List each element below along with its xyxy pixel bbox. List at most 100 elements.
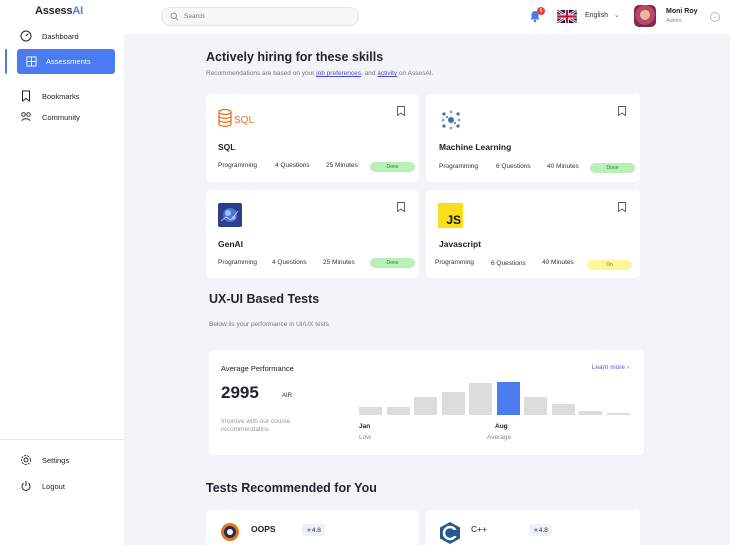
bookmark-icon[interactable]	[618, 106, 626, 116]
section-title-recommended: Tests Recommended for You	[206, 481, 377, 495]
section-title-hiring: Actively hiring for these skills	[206, 50, 384, 64]
sidebar-item-dashboard[interactable]: Dashboard	[20, 30, 79, 42]
dashboard-gauge-icon	[20, 30, 32, 42]
skill-card-genai[interactable]: GenAI Programming 4 Questions 25 Minutes…	[206, 190, 419, 278]
job-preferences-link[interactable]: job preferences	[316, 70, 361, 77]
cpp-logo-icon	[440, 522, 460, 544]
community-icon	[21, 112, 31, 122]
card-title: Machine Learning	[439, 142, 512, 152]
search-bar[interactable]	[161, 7, 359, 26]
rating-value: 4.8	[311, 527, 321, 534]
performance-bar	[359, 407, 382, 415]
card-questions: 4 Questions	[275, 162, 310, 169]
js-logo-text: JS	[446, 213, 461, 227]
card-duration: 40 Minutes	[542, 259, 574, 266]
notification-badge: 6	[537, 7, 545, 15]
card-questions: 6 Questions	[491, 260, 526, 267]
chevron-down-icon[interactable]: ⌄	[614, 11, 620, 19]
performance-bar	[414, 397, 437, 415]
sidebar: Dashboard Assessments Bookmarks Communit…	[0, 30, 124, 545]
low-label: Low	[359, 434, 371, 441]
sidebar-item-community[interactable]: Community	[20, 111, 80, 123]
subtitle-text: Recommendations are based on your	[206, 70, 317, 77]
status-badge: On	[587, 260, 632, 270]
performance-bar	[441, 392, 465, 415]
performance-bar-chart	[359, 380, 631, 415]
bookmark-icon	[22, 90, 30, 102]
recommended-card-oops[interactable]: OOPS ★4.8	[206, 510, 419, 545]
section-subtitle-uxui: Below iis your performance in UI/UX test…	[209, 321, 329, 328]
sidebar-divider	[0, 439, 124, 440]
status-badge: Done	[370, 258, 415, 268]
activity-link[interactable]: activity	[377, 70, 397, 77]
oops-icon	[221, 523, 239, 541]
recommended-card-cpp[interactable]: C++ ★4.8	[426, 510, 640, 545]
card-questions: 6 Questions	[496, 163, 531, 170]
performance-bar	[551, 404, 575, 415]
sql-database-icon: SQL	[218, 108, 254, 127]
sidebar-item-label: Logout	[42, 481, 65, 491]
skill-card-machine-learning[interactable]: Machine Learning Programming 6 Questions…	[426, 94, 640, 182]
card-title: GenAI	[218, 239, 244, 249]
user-name: Moni Roy	[666, 8, 698, 15]
low-month: Jan	[359, 423, 371, 430]
power-icon	[21, 481, 31, 491]
card-category: Programming	[439, 163, 479, 170]
app-logo[interactable]: AssessAI	[35, 5, 83, 17]
user-role: Admin	[666, 18, 682, 24]
performance-bar	[524, 397, 547, 415]
performance-note: Improve with our course recommendatins	[221, 418, 291, 433]
card-title: SQL	[218, 142, 236, 152]
sidebar-item-label: Bookmarks	[42, 91, 80, 101]
sidebar-item-settings[interactable]: Settings	[20, 454, 69, 466]
performance-bar	[386, 407, 410, 415]
section-subtitle-hiring: Recommendations are based on your job pr…	[206, 70, 433, 77]
rating-value: 4.8	[538, 527, 548, 534]
card-duration: 25 Minutes	[323, 259, 355, 266]
card-category: Programming	[218, 259, 258, 266]
subtitle-text: , and	[361, 70, 378, 77]
performance-card: Average Performance Learn more › 2995 AI…	[209, 350, 644, 455]
sidebar-item-assessments[interactable]: Assessments	[17, 49, 115, 74]
logo-accent: AI	[72, 5, 83, 17]
avatar[interactable]	[634, 5, 656, 27]
sidebar-item-label: Assessments	[46, 57, 91, 66]
uk-flag-icon[interactable]	[557, 10, 577, 23]
sidebar-item-bookmarks[interactable]: Bookmarks	[20, 90, 80, 102]
card-questions: 4 Questions	[272, 259, 307, 266]
avg-label: Average	[487, 434, 512, 441]
active-indicator	[5, 49, 7, 74]
skill-card-sql[interactable]: SQL SQL Programming 4 Questions 25 Minut…	[206, 94, 419, 182]
logo-main: Assess	[35, 5, 73, 17]
status-badge: Done	[590, 163, 635, 173]
performance-bar	[469, 383, 492, 415]
card-category: Programming	[218, 162, 258, 169]
sidebar-item-logout[interactable]: Logout	[20, 480, 65, 492]
bookmark-icon[interactable]	[397, 106, 405, 116]
performance-bar	[496, 382, 520, 415]
language-selector[interactable]: English	[585, 12, 608, 19]
card-title: OOPS	[251, 524, 276, 534]
genai-icon	[218, 203, 242, 227]
section-title-uxui: UX-UI Based Tests	[209, 292, 320, 306]
user-menu-chevron-icon[interactable]: ⌄	[710, 12, 720, 22]
rating-badge: ★4.8	[302, 524, 325, 536]
bookmark-icon[interactable]	[618, 202, 626, 212]
learn-more-link[interactable]: Learn more ›	[592, 364, 629, 371]
sql-logo-text: SQL	[234, 115, 254, 126]
performance-bar	[606, 413, 630, 415]
gear-icon	[21, 455, 31, 465]
grid-icon	[26, 56, 37, 67]
search-input[interactable]	[184, 13, 334, 20]
search-icon	[170, 12, 179, 21]
avg-month: Aug	[495, 423, 508, 430]
performance-score: 2995	[221, 383, 259, 402]
card-duration: 25 Minutes	[326, 162, 358, 169]
sidebar-item-label: Community	[42, 112, 80, 122]
bookmark-icon[interactable]	[397, 202, 405, 212]
status-badge: Done	[370, 162, 415, 172]
skill-card-javascript[interactable]: JS Javascript Programming 6 Questions 40…	[426, 190, 640, 278]
card-duration: 40 Minutes	[547, 163, 579, 170]
subtitle-text: on AssesAI.	[397, 70, 434, 77]
card-title: C++	[471, 524, 488, 534]
